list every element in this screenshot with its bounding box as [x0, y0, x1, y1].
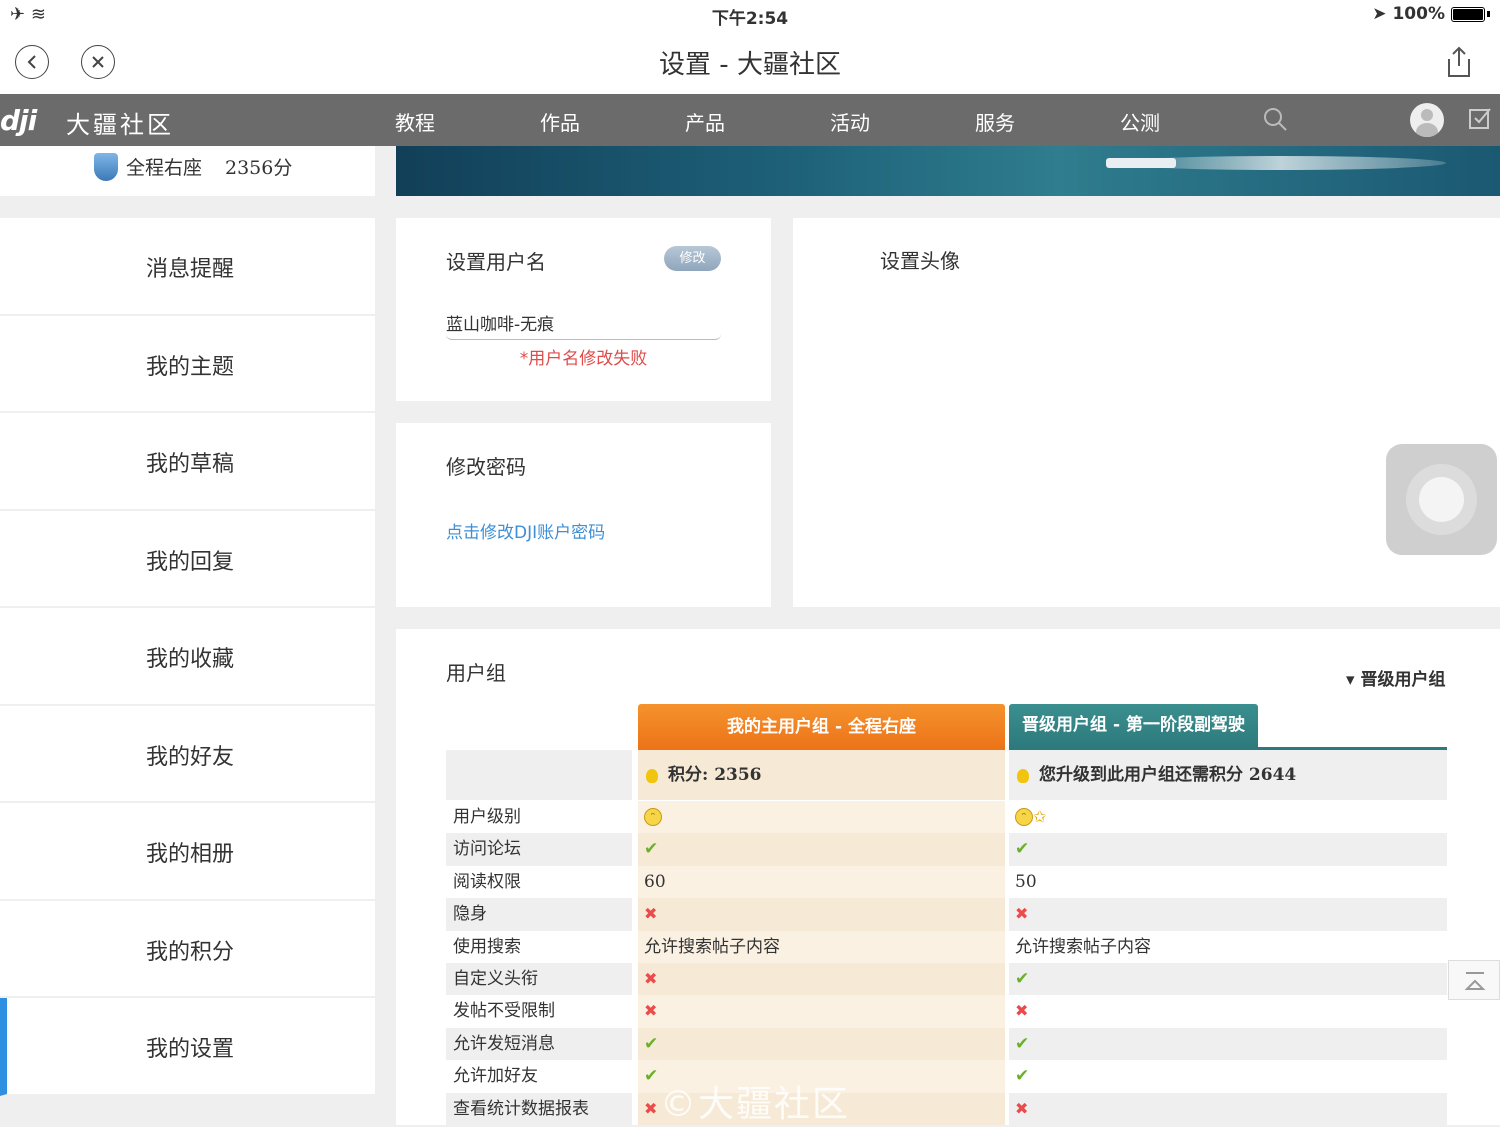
status-time: 下午2:54 [711, 9, 789, 29]
password-card: 修改密码 点击修改DJI账户密码 [396, 423, 771, 607]
check-icon: ✔ [1009, 963, 1447, 996]
menu-item-tutorial[interactable]: 教程 [395, 107, 435, 136]
menu-item-beta[interactable]: 公测 [1120, 107, 1160, 136]
sidebar-item-friends[interactable]: 我的好友 [0, 705, 375, 803]
cross-icon: ✖ [638, 963, 1005, 996]
table-row: 查看统计数据报表 ✖ ✖ [446, 1092, 1447, 1125]
sidebar-item-points[interactable]: 我的积分 [0, 900, 375, 998]
battery-percent: 100% [1392, 4, 1445, 24]
profile-banner-image [396, 146, 1500, 196]
user-group-card: 用户组 ▾ 晋级用户组 我的主用户组 - 全程右座 晋级用户组 - 第一阶段副驾… [396, 629, 1500, 1125]
table-row: 隐身 ✖ ✖ [446, 898, 1447, 931]
sidebar-item-album[interactable]: 我的相册 [0, 803, 375, 901]
check-icon: ✔ [1009, 833, 1447, 866]
level-icon: ᵔ [1015, 808, 1033, 826]
check-icon: ✔ [1009, 1027, 1447, 1061]
browser-nav-bar: 设置 - 大疆社区 [0, 30, 1500, 94]
menu-item-events[interactable]: 活动 [830, 107, 870, 136]
tab-upgrade-group[interactable]: 晋级用户组 - 第一阶段副驾驶 [1009, 704, 1258, 747]
cross-icon: ✖ [1009, 898, 1447, 931]
cross-icon: ✖ [1009, 1092, 1447, 1125]
boat-image [1106, 158, 1176, 168]
sidebar: 消息提醒 我的主题 我的草稿 我的回复 我的收藏 我的好友 我的相册 我的积分 … [0, 218, 375, 1096]
table-row: 发帖不受限制 ✖ ✖ [446, 995, 1447, 1028]
sidebar-item-favorites[interactable]: 我的收藏 [0, 608, 375, 706]
status-bar: ✈ ≋ 下午2:54 ➤ 100% [0, 0, 1500, 30]
change-password-link[interactable]: 点击修改DJI账户密码 [446, 518, 605, 543]
user-avatar[interactable] [1410, 103, 1444, 137]
check-icon: ✔ [638, 833, 1005, 866]
user-group-name: 全程右座 [126, 157, 203, 179]
watermark: ©大疆社区 [660, 1084, 851, 1125]
edit-username-button[interactable]: 修改 [664, 246, 721, 271]
cross-icon: ✖ [638, 898, 1005, 931]
brand-name[interactable]: 大疆社区 [66, 105, 174, 140]
username-card-title: 设置用户名 [446, 250, 546, 274]
check-icon: ✔ [638, 1027, 1005, 1061]
level-icon: ᵔ [644, 808, 662, 826]
username-error: *用户名修改失败 [519, 349, 648, 369]
table-row: 阅读权限 60 50 [446, 865, 1447, 899]
arrow-up-icon [1464, 972, 1486, 990]
user-score: 2356分 [225, 157, 293, 179]
table-row: 允许发短消息 ✔ ✔ [446, 1027, 1447, 1061]
table-row: 自定义头衔 ✖ ✔ [446, 963, 1447, 996]
user-group-title: 用户组 [446, 661, 506, 685]
check-icon: ✔ [1015, 1066, 1030, 1087]
table-row: 允许加好友 ✔ ✔ [446, 1060, 1447, 1093]
sidebar-item-topics[interactable]: 我的主题 [0, 315, 375, 413]
scroll-top-button[interactable] [1448, 960, 1500, 1000]
site-header: dji 大疆社区 教程 作品 产品 活动 服务 公测 [0, 94, 1500, 146]
sidebar-item-drafts[interactable]: 我的草稿 [0, 413, 375, 511]
menu-item-service[interactable]: 服务 [975, 107, 1015, 136]
sidebar-item-settings[interactable]: 我的设置 [0, 998, 375, 1096]
shield-icon [94, 153, 118, 181]
menu-item-products[interactable]: 产品 [685, 107, 725, 136]
search-icon[interactable] [1262, 106, 1288, 132]
location-icon: ➤ [1372, 4, 1387, 24]
star-icon: ✩ [1033, 807, 1047, 826]
status-right: ➤ 100% [1372, 4, 1490, 24]
cross-icon: ✖ [1015, 1001, 1029, 1021]
upgrade-score: 您升级到此用户组还需积分 2644 [1009, 750, 1447, 800]
cross-icon: ✖ [638, 995, 1005, 1028]
upgrade-group-toggle[interactable]: ▾ 晋级用户组 [1346, 665, 1445, 690]
assistive-touch-button[interactable] [1386, 444, 1497, 555]
username-field[interactable]: 蓝山咖啡-无痕 [446, 310, 721, 340]
table-row: 访问论坛 ✔ ✔ [446, 833, 1447, 866]
tab-main-group[interactable]: 我的主用户组 - 全程右座 [638, 704, 1005, 750]
lightbulb-icon [646, 768, 658, 783]
avatar-card-title: 设置头像 [880, 249, 960, 273]
lightbulb-icon [1017, 768, 1029, 783]
sidebar-item-notifications[interactable]: 消息提醒 [0, 218, 375, 316]
page-title: 设置 - 大疆社区 [659, 50, 841, 80]
menu-item-works[interactable]: 作品 [540, 107, 580, 136]
password-card-title: 修改密码 [446, 455, 526, 479]
table-row: 用户级别 ᵔ ᵔ ✩ [446, 801, 1447, 834]
battery-icon [1451, 6, 1485, 22]
sidebar-item-replies[interactable]: 我的回复 [0, 510, 375, 608]
dji-logo[interactable]: dji [0, 104, 37, 137]
share-icon[interactable] [1444, 46, 1474, 78]
table-row: 使用搜索 允许搜索帖子内容 允许搜索帖子内容 [446, 930, 1447, 963]
username-card: 设置用户名 修改 蓝山咖啡-无痕 *用户名修改失败 [396, 218, 771, 401]
profile-summary: 全程右座 2356分 [0, 146, 375, 196]
checkin-icon[interactable] [1468, 106, 1492, 130]
main-score: 积分: 2356 [638, 750, 1005, 800]
